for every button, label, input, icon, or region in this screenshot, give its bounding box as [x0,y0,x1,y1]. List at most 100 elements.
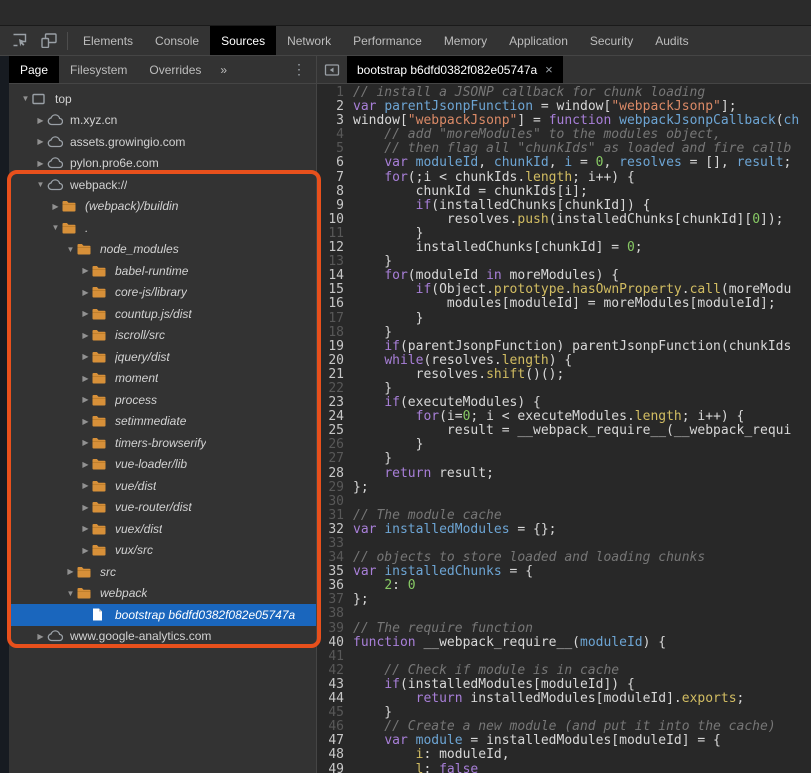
expander-collapsed-icon[interactable]: ▶ [79,546,92,555]
gutter-line-number[interactable]: 5 [317,142,344,156]
gutter-line-number[interactable]: 46 [317,720,344,734]
expander-collapsed-icon[interactable]: ▶ [79,352,92,361]
tree-item-node-modules[interactable]: ▼ node_modules [9,239,316,261]
gutter-line-number[interactable]: 48 [317,748,344,762]
expander-collapsed-icon[interactable]: ▶ [79,524,92,533]
expander-expanded-icon[interactable]: ▼ [64,589,77,598]
tree-item-babel-runtime[interactable]: ▶ babel-runtime [9,260,316,282]
tree-item-vue-dist[interactable]: ▶ vue/dist [9,475,316,497]
expander-collapsed-icon[interactable]: ▶ [79,438,92,447]
gutter-line-number[interactable]: 8 [317,184,344,199]
tree-item-assets-growingio-com[interactable]: ▶ assets.growingio.com [9,131,316,153]
main-tab-application[interactable]: Application [498,26,579,55]
expander-expanded-icon[interactable]: ▼ [64,245,77,254]
expander-collapsed-icon[interactable]: ▶ [79,266,92,275]
expander-collapsed-icon[interactable]: ▶ [34,137,47,146]
gutter-line-number[interactable]: 26 [317,438,344,452]
gutter-line-number[interactable]: 20 [317,353,344,368]
gutter-line-number[interactable]: 1 [317,85,344,100]
gutter-line-number[interactable]: 32 [317,522,344,537]
gutter-line-number[interactable]: 4 [317,128,344,142]
tree-item-top[interactable]: ▼ top [9,88,316,110]
gutter-line-number[interactable]: 24 [317,410,344,424]
main-tab-console[interactable]: Console [144,26,210,55]
expander-collapsed-icon[interactable]: ▶ [79,460,92,469]
main-tab-security[interactable]: Security [579,26,644,55]
gutter-line-number[interactable]: 3 [317,114,344,128]
tree-item-vue-router-dist[interactable]: ▶ vue-router/dist [9,497,316,519]
tree-item-iscroll-src[interactable]: ▶ iscroll/src [9,325,316,347]
navigator-tab-filesystem[interactable]: Filesystem [59,56,138,83]
navigator-toggle-icon[interactable] [317,56,347,83]
expander-collapsed-icon[interactable]: ▶ [64,567,77,576]
tree-item-bootstrap-b6dfd0382f082e05747a[interactable]: bootstrap b6dfd0382f082e05747a [9,604,316,626]
expander-collapsed-icon[interactable]: ▶ [49,202,62,211]
gutter-line-number[interactable]: 39 [317,621,344,636]
tab-close-icon[interactable]: × [545,63,553,76]
navigator-tab-overrides[interactable]: Overrides [138,56,212,83]
editor-tab-bootstrap[interactable]: bootstrap b6dfd0382f082e05747a × [347,56,563,83]
gutter-line-number[interactable]: 44 [317,691,344,706]
tree-item-setimmediate[interactable]: ▶ setimmediate [9,411,316,433]
expander-collapsed-icon[interactable]: ▶ [34,116,47,125]
gutter-line-number[interactable]: 47 [317,734,344,748]
tree-item-moment[interactable]: ▶ moment [9,368,316,390]
expander-collapsed-icon[interactable]: ▶ [79,395,92,404]
gutter-line-number[interactable]: 37 [317,593,344,607]
gutter-line-number[interactable]: 6 [317,156,344,170]
expander-collapsed-icon[interactable]: ▶ [79,288,92,297]
gutter-line-number[interactable]: 40 [317,635,344,650]
tree-item-vuex-dist[interactable]: ▶ vuex/dist [9,518,316,540]
tree-item-process[interactable]: ▶ process [9,389,316,411]
gutter-line-number[interactable]: 12 [317,240,344,255]
gutter-line-number[interactable]: 49 [317,762,344,773]
expander-collapsed-icon[interactable]: ▶ [34,632,47,641]
expander-expanded-icon[interactable]: ▼ [49,223,62,232]
expander-collapsed-icon[interactable]: ▶ [34,159,47,168]
gutter-line-number[interactable]: 16 [317,297,344,311]
main-tab-memory[interactable]: Memory [433,26,498,55]
gutter-line-number[interactable]: 31 [317,508,344,523]
gutter-line-number[interactable]: 7 [317,170,344,185]
tree-item-vux-src[interactable]: ▶ vux/src [9,540,316,562]
tree-item-webpack-buildin[interactable]: ▶ (webpack)/buildin [9,196,316,218]
gutter-line-number[interactable]: 23 [317,395,344,410]
gutter-line-number[interactable]: 34 [317,550,344,565]
tree-item-webpack[interactable]: ▼ webpack:// [9,174,316,196]
main-tab-network[interactable]: Network [276,26,342,55]
gutter-line-number[interactable]: 19 [317,339,344,354]
gutter-line-number[interactable]: 25 [317,424,344,438]
gutter-line-number[interactable]: 14 [317,269,344,283]
gutter-line-number[interactable]: 43 [317,677,344,692]
expander-collapsed-icon[interactable]: ▶ [79,417,92,426]
tree-item-jquery-dist[interactable]: ▶ jquery/dist [9,346,316,368]
inspect-element-icon[interactable] [12,33,27,48]
expander-collapsed-icon[interactable]: ▶ [79,374,92,383]
main-tab-audits[interactable]: Audits [644,26,699,55]
gutter-line-number[interactable]: 29 [317,480,344,495]
tree-item-countup-js-dist[interactable]: ▶ countup.js/dist [9,303,316,325]
tree-item-src[interactable]: ▶ src [9,561,316,583]
more-options-icon[interactable]: ⋮ [282,56,316,83]
gutter-line-number[interactable]: 35 [317,565,344,579]
gutter-line-number[interactable]: 30 [317,494,344,509]
gutter-line-number[interactable]: 45 [317,706,344,720]
expander-collapsed-icon[interactable]: ▶ [79,331,92,340]
tree-item-m-xyz-cn[interactable]: ▶ m.xyz.cn [9,110,316,132]
tree-item-core-js-library[interactable]: ▶ core-js/library [9,282,316,304]
expander-collapsed-icon[interactable]: ▶ [79,503,92,512]
main-tab-performance[interactable]: Performance [342,26,433,55]
gutter-line-number[interactable]: 17 [317,311,344,326]
device-toolbar-icon[interactable] [41,33,57,48]
tree-item-timers-browserify[interactable]: ▶ timers-browserify [9,432,316,454]
expander-expanded-icon[interactable]: ▼ [34,180,47,189]
tree-item-www-google-analytics-com[interactable]: ▶ www.google-analytics.com [9,626,316,648]
tree-item-dot[interactable]: ▼. [9,217,316,239]
gutter-line-number[interactable]: 15 [317,283,344,297]
code-area[interactable]: 1 // install a JSONP callback for chunk l… [317,84,811,773]
expander-expanded-icon[interactable]: ▼ [19,94,32,103]
tree-item-vue-loader-lib[interactable]: ▶ vue-loader/lib [9,454,316,476]
main-tab-elements[interactable]: Elements [72,26,144,55]
gutter-line-number[interactable]: 21 [317,367,344,382]
more-tabs-chevron-icon[interactable]: » [212,56,235,83]
